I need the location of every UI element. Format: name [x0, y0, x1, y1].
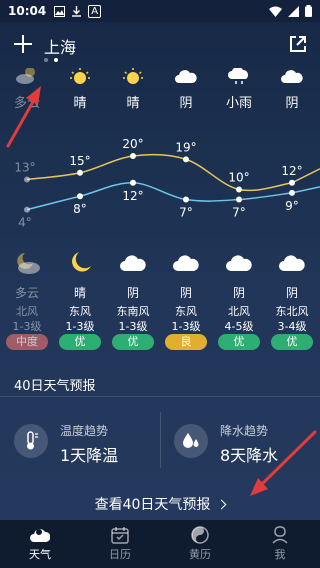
system-icons [269, 5, 312, 17]
temperature-trend-label: 温度趋势 [60, 424, 109, 438]
divider [0, 396, 320, 397]
wifi-icon [269, 6, 282, 17]
view-40-day-forecast-link[interactable]: 查看40日天气预报 [0, 494, 320, 518]
low-temp-point [289, 189, 295, 196]
temperature-chart: 13° 15° 20° 19° 10° 12° 4° 8° 12° 7° 7° 9° [14, 137, 320, 230]
high-temp-label: 19° [175, 140, 196, 154]
city-name[interactable]: 上海 [44, 34, 76, 58]
high-temp-label: 10° [228, 171, 249, 185]
yinyang-icon [191, 526, 209, 544]
cloud-icon [30, 529, 50, 542]
section-title: 40日天气预报 [14, 379, 96, 394]
person-icon [272, 526, 288, 544]
high-temp-label: 12° [281, 164, 302, 178]
thermometer-icon [14, 424, 48, 458]
low-temp-point [24, 206, 30, 213]
forecast-strip[interactable]: 多云 多云 北风 1-3级 中度 晴 晴 东风 1-3级 优 晴 阴 东南风 1… [0, 68, 320, 358]
add-city-button[interactable] [12, 33, 34, 55]
low-temp-point [183, 196, 189, 203]
high-temp-label: 13° [14, 160, 35, 174]
nav-label: 日历 [109, 548, 131, 561]
nav-label: 天气 [29, 548, 51, 561]
high-temp-point [183, 156, 189, 163]
page-dot [44, 58, 48, 62]
low-temp-label: 12° [122, 189, 143, 203]
vertical-divider [160, 412, 161, 468]
nav-me[interactable]: 我 [240, 520, 320, 568]
nav-weather[interactable]: 天气 [0, 520, 80, 568]
signal-icon [288, 5, 299, 17]
high-temp-point [24, 176, 30, 183]
high-temp-point [236, 186, 242, 193]
share-icon[interactable] [288, 34, 308, 54]
notification-icons: A [54, 4, 102, 18]
high-temp-point [289, 179, 295, 186]
high-temp-label: 15° [69, 154, 90, 168]
nav-calendar[interactable]: 日历 [80, 520, 160, 568]
rain-trend-label: 降水趋势 [220, 424, 269, 438]
low-temp-label: 7° [179, 206, 193, 220]
page-indicator [44, 58, 58, 62]
raindrop-icon [174, 424, 208, 458]
rain-trend-value: 8天降水 [220, 446, 279, 465]
high-temp-point [77, 169, 83, 176]
nav-label: 黄历 [189, 548, 211, 561]
temperature-trend-card[interactable]: 温度趋势 1天降温 [14, 406, 164, 476]
status-bar: 10:04 A [0, 0, 320, 22]
status-time: 10:04 [8, 4, 47, 18]
rain-trend-card[interactable]: 降水趋势 8天降水 [174, 406, 320, 476]
image-notification-icon [54, 5, 66, 17]
view-40-day-label: 查看40日天气预报 [94, 497, 211, 513]
low-temp-point [77, 193, 83, 200]
chevron-right-icon [216, 499, 227, 509]
bottom-nav: 天气 日历 黄历 我 [0, 520, 320, 568]
battery-icon [305, 5, 312, 17]
low-temp-point [236, 196, 242, 203]
high-temp-label: 20° [122, 137, 143, 151]
low-temp-point [130, 179, 136, 186]
high-temp-point [130, 153, 136, 159]
low-temp-label: 9° [285, 199, 299, 213]
page-dot-active [54, 58, 58, 62]
nav-almanac[interactable]: 黄历 [160, 520, 240, 568]
app-notification-icon: A [88, 4, 102, 18]
top-bar: 上海 [0, 22, 320, 68]
low-temp-label: 7° [232, 206, 246, 220]
calendar-icon [111, 527, 129, 544]
temperature-trend-value: 1天降温 [60, 446, 119, 465]
low-temp-label: 8° [73, 202, 87, 216]
download-notification-icon [72, 5, 82, 17]
low-temp-label: 4° [18, 216, 32, 230]
nav-label: 我 [274, 548, 286, 561]
